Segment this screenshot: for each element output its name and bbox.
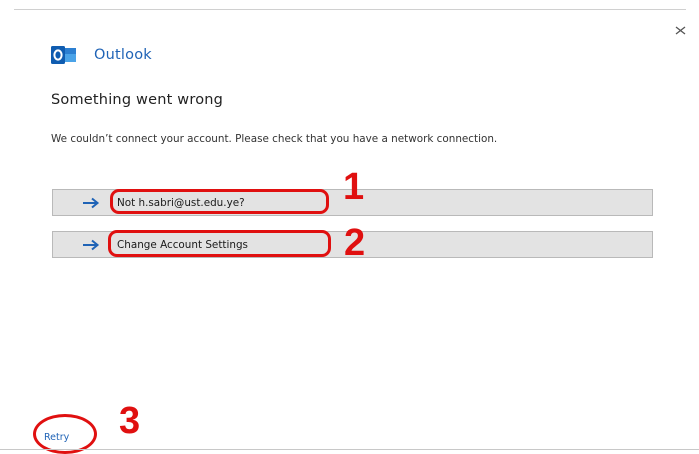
error-heading: Something went wrong: [51, 92, 224, 108]
arrow-right-icon: [83, 197, 100, 209]
error-message: We couldn’t connect your account. Please…: [51, 133, 498, 145]
arrow-right-icon: [83, 239, 100, 251]
close-button[interactable]: [672, 22, 690, 40]
outlook-logo-icon: [51, 46, 76, 64]
bottom-divider: [0, 449, 699, 450]
annotation-highlight-1: [110, 189, 329, 214]
annotation-number-1: 1: [343, 166, 365, 208]
retry-link[interactable]: Retry: [44, 432, 69, 443]
top-divider: [14, 9, 686, 10]
app-name: Outlook: [94, 47, 152, 63]
close-icon: [675, 26, 686, 35]
annotation-highlight-2: [108, 230, 331, 257]
annotation-number-3: 3: [119, 400, 141, 442]
annotation-number-2: 2: [344, 222, 366, 264]
app-brand: Outlook: [51, 44, 152, 66]
